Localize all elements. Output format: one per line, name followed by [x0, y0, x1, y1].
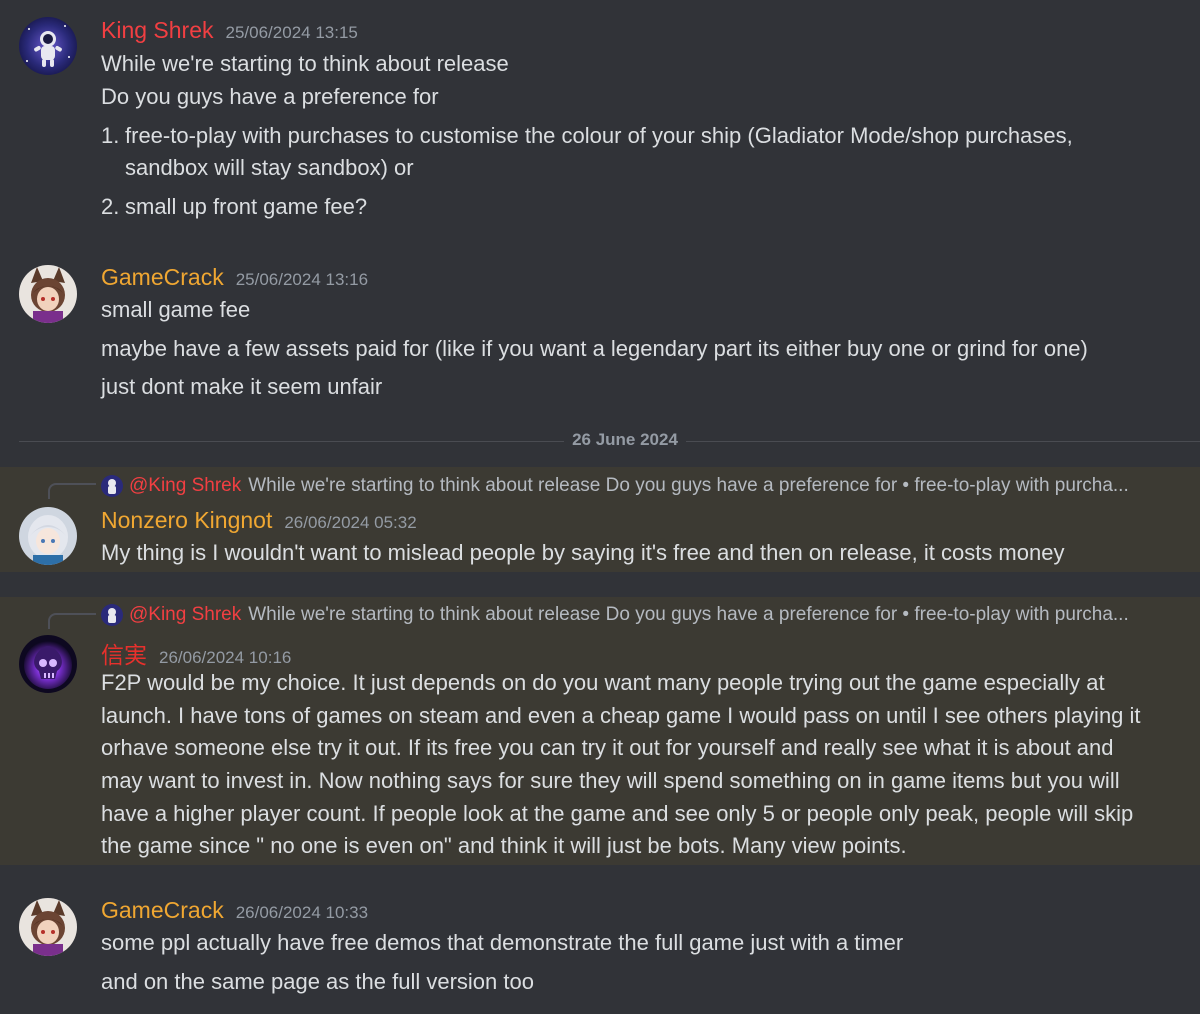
message-text: maybe have a few assets paid for (like i…	[101, 336, 1088, 361]
anime-fox-avatar-icon[interactable]	[19, 265, 77, 323]
reply-author[interactable]: @King Shrek	[129, 475, 241, 497]
message-text: the game since " no one is even on" and …	[101, 833, 907, 858]
message-text: may want to invest in. Now nothing says …	[101, 768, 1120, 793]
message-header: 信実 26/06/2024 10:16	[101, 636, 292, 668]
message-header: Nonzero Kingnot 26/06/2024 05:32	[101, 507, 417, 537]
anime-fox-avatar-icon[interactable]	[19, 898, 77, 956]
message-text: orhave someone else try it out. If its f…	[101, 735, 1114, 760]
message-text: some ppl actually have free demos that d…	[101, 930, 904, 955]
list-item-text: free-to-play with purchases to customise…	[125, 123, 1073, 148]
message-text: Do you guys have a preference for	[101, 84, 439, 109]
astronaut-avatar-icon[interactable]	[19, 17, 77, 75]
message-text: and on the same page as the full version…	[101, 969, 534, 994]
message-text: F2P would be my choice. It just depends …	[101, 670, 1105, 695]
message-xinshi: @King Shrek While we're starting to thin…	[0, 597, 1200, 865]
message-king-shrek: King Shrek 25/06/2024 13:15 While we're …	[0, 0, 1200, 240]
message-nonzero-kingnot: @King Shrek While we're starting to thin…	[0, 467, 1200, 572]
timestamp: 26/06/2024 10:16	[159, 648, 292, 667]
author-name[interactable]: GameCrack	[101, 897, 224, 924]
reply-spine	[48, 483, 96, 499]
timestamp: 26/06/2024 10:33	[235, 903, 369, 922]
message-gamecrack: GameCrack 25/06/2024 13:16 small game fe…	[0, 240, 1200, 420]
author-name[interactable]: King Shrek	[101, 17, 214, 44]
list-item-text: sandbox will stay sandbox) or	[125, 155, 414, 180]
timestamp: 26/06/2024 05:32	[284, 513, 417, 532]
timestamp: 25/06/2024 13:15	[225, 23, 358, 42]
astronaut-avatar-icon	[101, 475, 123, 497]
list-number: 1.	[101, 123, 120, 148]
message-text: launch. I have tons of games on steam an…	[101, 703, 1141, 728]
reply-spine	[48, 613, 96, 629]
message-header: GameCrack 26/06/2024 10:33	[101, 897, 368, 927]
list-number: 2.	[101, 194, 120, 219]
reply-content[interactable]: While we're starting to think about rele…	[248, 475, 1129, 497]
message-header: King Shrek 25/06/2024 13:15	[101, 17, 358, 47]
message-text: small game fee	[101, 297, 251, 322]
list-item-text: small up front game fee?	[125, 194, 368, 219]
chat-log: King Shrek 25/06/2024 13:15 While we're …	[0, 0, 1200, 1014]
author-name[interactable]: 信実	[101, 636, 147, 670]
message-text: While we're starting to think about rele…	[101, 51, 509, 76]
reply-preview[interactable]: @King Shrek While we're starting to thin…	[101, 474, 1191, 498]
message-text: just dont make it seem unfair	[101, 374, 383, 399]
message-gamecrack-2: GameCrack 26/06/2024 10:33 some ppl actu…	[0, 875, 1200, 1014]
reply-content[interactable]: While we're starting to think about rele…	[248, 604, 1129, 626]
anime-girl-avatar-icon[interactable]	[19, 507, 77, 565]
reply-author[interactable]: @King Shrek	[129, 604, 241, 626]
author-name[interactable]: GameCrack	[101, 264, 224, 291]
reply-preview[interactable]: @King Shrek While we're starting to thin…	[101, 603, 1191, 627]
message-text: have a higher player count. If people lo…	[101, 801, 1134, 826]
timestamp: 25/06/2024 13:16	[235, 270, 369, 289]
message-text: My thing is I wouldn't want to mislead p…	[101, 540, 1065, 565]
date-divider-label: 26 June 2024	[0, 430, 1200, 450]
author-name[interactable]: Nonzero Kingnot	[101, 507, 272, 534]
message-header: GameCrack 25/06/2024 13:16	[101, 264, 368, 294]
purple-skull-avatar-icon[interactable]	[19, 635, 77, 693]
astronaut-avatar-icon	[101, 604, 123, 626]
date-divider-text: 26 June 2024	[564, 430, 686, 449]
